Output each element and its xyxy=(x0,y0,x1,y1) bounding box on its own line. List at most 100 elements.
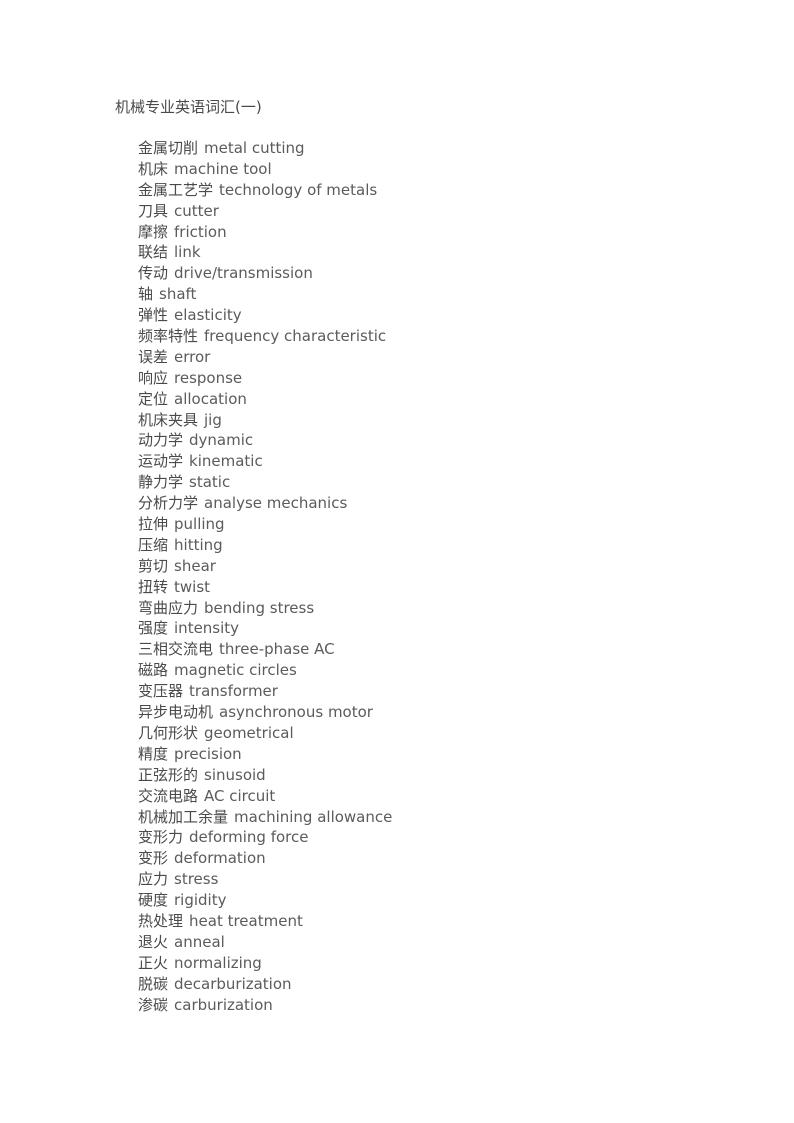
term-english: pulling xyxy=(174,515,225,534)
term-english: error xyxy=(174,347,211,366)
vocabulary-entry: 变压器 transformer xyxy=(138,681,392,702)
term-chinese: 磁路 xyxy=(138,661,169,680)
term-chinese: 三相交流电 xyxy=(138,640,214,659)
term-english: magnetic circles xyxy=(174,661,297,680)
term-english: normalizing xyxy=(174,953,262,972)
vocabulary-entry: 机械加工余量 machining allowance xyxy=(138,807,392,828)
term-english: allocation xyxy=(174,389,247,408)
term-english: static xyxy=(189,473,231,492)
term-chinese: 运动学 xyxy=(138,452,184,471)
vocabulary-entry: 精度 precision xyxy=(138,744,392,765)
term-english: asynchronous motor xyxy=(219,703,373,722)
term-chinese: 误差 xyxy=(138,347,169,366)
term-chinese: 机床 xyxy=(138,159,169,178)
term-english: intensity xyxy=(174,619,240,638)
term-chinese: 金属切削 xyxy=(138,139,199,157)
vocabulary-entry: 强度 intensity xyxy=(138,618,392,639)
term-chinese: 硬度 xyxy=(138,891,169,910)
term-english: stress xyxy=(174,870,219,889)
term-chinese: 正弦形的 xyxy=(138,765,199,784)
term-english: shear xyxy=(174,556,216,575)
term-chinese: 正火 xyxy=(138,953,169,972)
term-chinese: 应力 xyxy=(138,870,169,889)
vocabulary-entry: 三相交流电 three-phase AC xyxy=(138,639,392,660)
vocabulary-entry: 定位 allocation xyxy=(138,389,392,410)
term-english: shaft xyxy=(159,285,197,304)
vocabulary-entry: 弯曲应力 bending stress xyxy=(138,598,392,619)
vocabulary-entry: 分析力学 analyse mechanics xyxy=(138,493,392,514)
term-english: sinusoid xyxy=(204,765,266,784)
vocabulary-entry: 金属工艺学 technology of metals xyxy=(138,180,392,201)
term-english: deforming force xyxy=(189,828,309,847)
term-chinese: 拉伸 xyxy=(138,515,169,534)
vocabulary-entry: 误差 error xyxy=(138,347,392,368)
vocabulary-list: 金属切削 metal cutting 机床 machine tool 金属工艺学 tech… xyxy=(138,138,392,1015)
term-chinese: 热处理 xyxy=(138,911,184,930)
term-chinese: 静力学 xyxy=(138,473,184,492)
vocabulary-entry: 渗碳 carburization xyxy=(138,995,392,1016)
term-english: carburization xyxy=(174,995,273,1014)
term-english: twist xyxy=(174,577,211,596)
vocabulary-entry: 正火 normalizing xyxy=(138,953,392,974)
term-english: cutter xyxy=(174,201,219,220)
vocabulary-entry: 轴 shaft xyxy=(138,284,392,305)
vocabulary-entry: 交流电路 AC circuit xyxy=(138,786,392,807)
vocabulary-entry: 扭转 twist xyxy=(138,577,392,598)
term-chinese: 退火 xyxy=(138,932,169,951)
vocabulary-entry: 摩擦 friction xyxy=(138,222,392,243)
term-english: drive/transmission xyxy=(174,264,313,283)
page-title: 机械专业英语词汇(一) xyxy=(115,98,262,116)
term-chinese: 弹性 xyxy=(138,306,169,325)
vocabulary-entry: 机床夹具 jig xyxy=(138,410,392,431)
term-chinese: 渗碳 xyxy=(138,995,169,1014)
document-page: 机械专业英语词汇(一) 金属切削 metal cutting 机床 machine t… xyxy=(0,0,794,1123)
term-chinese: 剪切 xyxy=(138,556,169,575)
term-english: heat treatment xyxy=(189,911,303,930)
vocabulary-entry: 脱碳 decarburization xyxy=(138,974,392,995)
vocabulary-entry: 退火 anneal xyxy=(138,932,392,953)
term-english: rigidity xyxy=(174,891,227,910)
term-chinese: 变压器 xyxy=(138,682,184,701)
term-chinese: 响应 xyxy=(138,368,169,387)
term-english: metal cutting xyxy=(204,139,305,157)
vocabulary-entry: 压缩 hitting xyxy=(138,535,392,556)
vocabulary-entry: 变形 deformation xyxy=(138,848,392,869)
term-chinese: 金属工艺学 xyxy=(138,180,214,199)
term-chinese: 摩擦 xyxy=(138,222,169,241)
term-chinese: 分析力学 xyxy=(138,494,199,513)
term-english: transformer xyxy=(189,682,278,701)
term-chinese: 轴 xyxy=(138,285,154,304)
vocabulary-entry: 热处理 heat treatment xyxy=(138,911,392,932)
term-chinese: 定位 xyxy=(138,389,169,408)
vocabulary-entry: 运动学 kinematic xyxy=(138,451,392,472)
vocabulary-entry: 频率特性 frequency characteristic xyxy=(138,326,392,347)
term-english: AC circuit xyxy=(204,786,276,805)
vocabulary-entry: 响应 response xyxy=(138,368,392,389)
vocabulary-entry: 机床 machine tool xyxy=(138,159,392,180)
term-english: three-phase AC xyxy=(219,640,335,659)
vocabulary-entry: 剪切 shear xyxy=(138,556,392,577)
term-english: frequency characteristic xyxy=(204,327,387,346)
term-chinese: 动力学 xyxy=(138,431,184,450)
term-chinese: 几何形状 xyxy=(138,723,199,742)
vocabulary-entry: 刀具 cutter xyxy=(138,201,392,222)
vocabulary-entry: 联结 link xyxy=(138,242,392,263)
vocabulary-entry: 拉伸 pulling xyxy=(138,514,392,535)
term-english: elasticity xyxy=(174,306,242,325)
vocabulary-entry: 几何形状 geometrical xyxy=(138,723,392,744)
vocabulary-entry: 硬度 rigidity xyxy=(138,890,392,911)
term-english: jig xyxy=(204,410,222,429)
term-english: response xyxy=(174,368,243,387)
vocabulary-entry: 正弦形的 sinusoid xyxy=(138,765,392,786)
term-chinese: 变形力 xyxy=(138,828,184,847)
term-english: precision xyxy=(174,744,242,763)
term-chinese: 扭转 xyxy=(138,577,169,596)
term-chinese: 频率特性 xyxy=(138,327,199,346)
term-chinese: 机械加工余量 xyxy=(138,807,229,826)
term-english: machining allowance xyxy=(234,807,393,826)
term-english: analyse mechanics xyxy=(204,494,348,513)
vocabulary-entry: 传动 drive/transmission xyxy=(138,263,392,284)
vocabulary-entry: 异步电动机 asynchronous motor xyxy=(138,702,392,723)
vocabulary-entry: 磁路 magnetic circles xyxy=(138,660,392,681)
term-english: geometrical xyxy=(204,723,294,742)
